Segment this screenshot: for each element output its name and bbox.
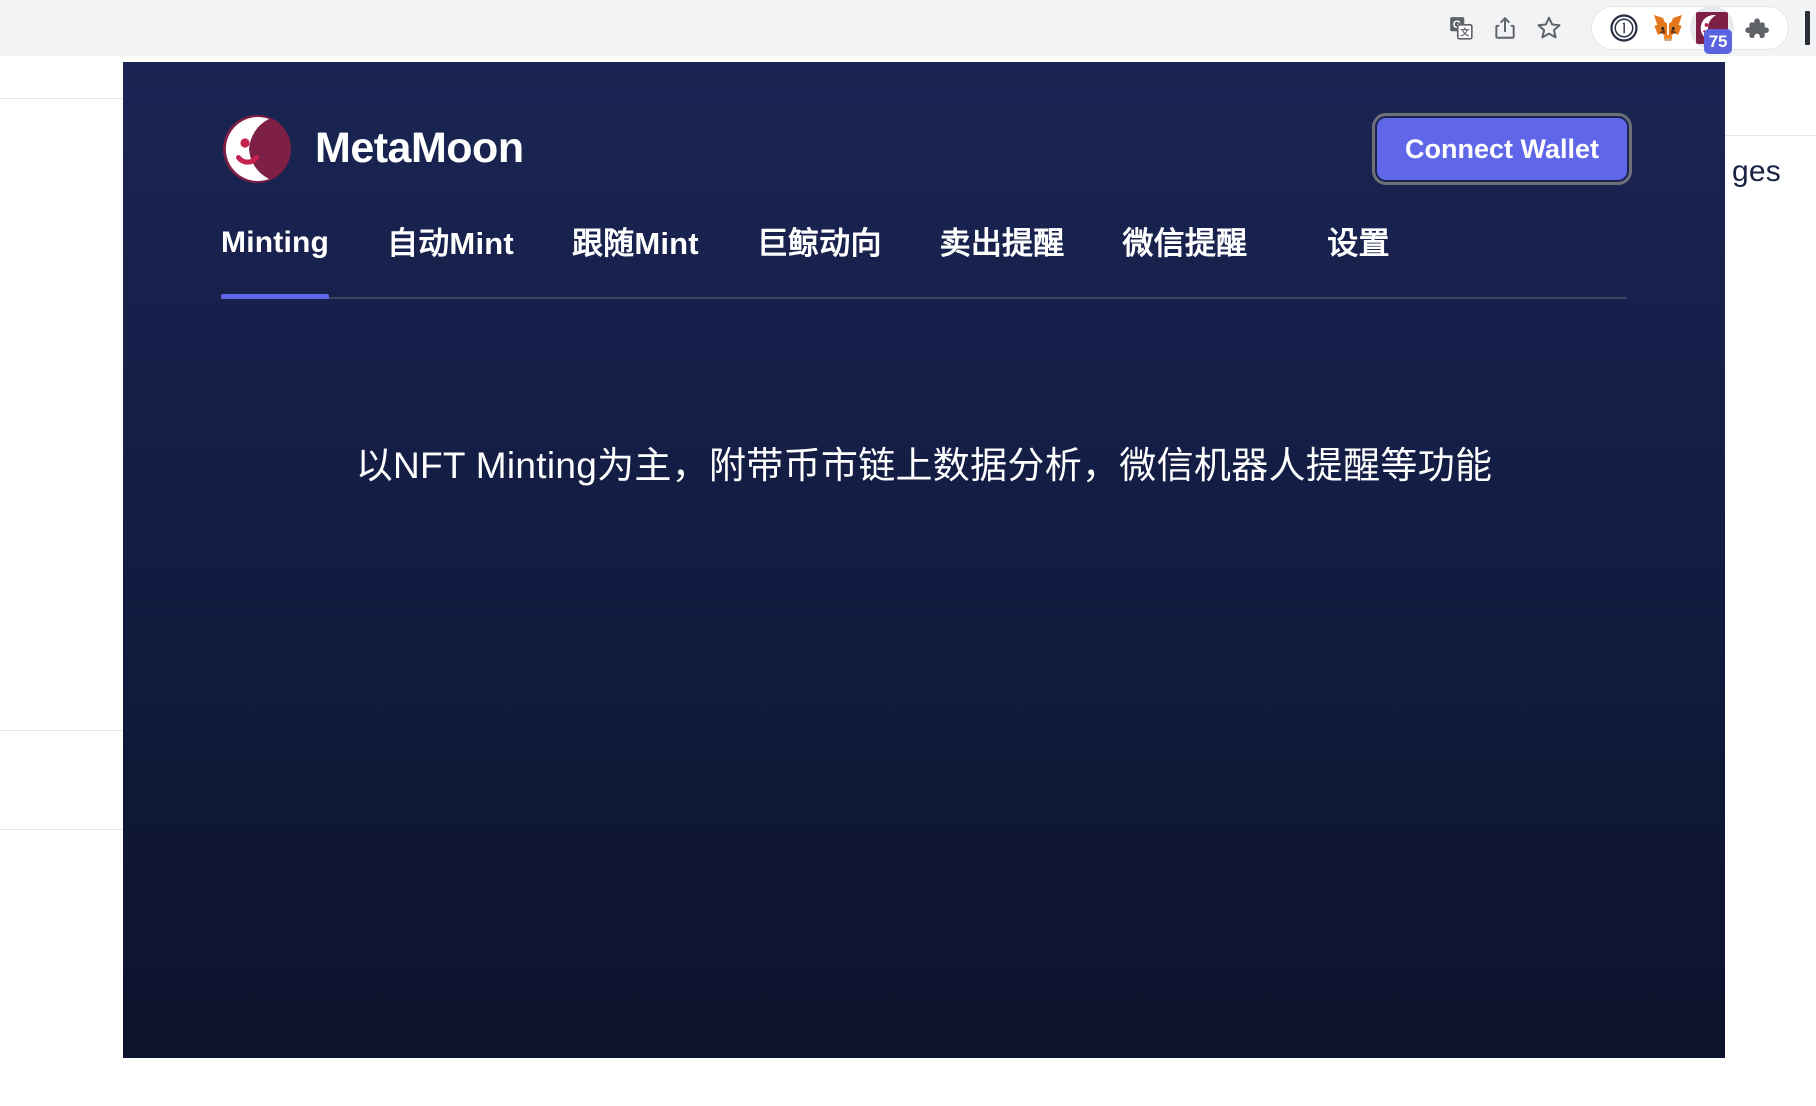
tab-sell-alerts[interactable]: 卖出提醒 [940, 220, 1065, 259]
tab-minting[interactable]: Minting [221, 220, 330, 299]
popup-nav-tabs: Minting 自动Mint 跟随Mint 巨鲸动向 卖出提醒 微信提醒 设置 [221, 220, 1627, 299]
metamoon-extension-icon[interactable]: 75 [1690, 6, 1734, 54]
page-divider-3 [0, 829, 123, 830]
page-divider-1 [0, 98, 123, 99]
extension-badge-count: 75 [1704, 29, 1732, 54]
share-icon[interactable] [1483, 6, 1527, 50]
page-divider-4 [1725, 135, 1816, 136]
tab-auto-mint[interactable]: 自动Mint [387, 220, 514, 259]
app-title: MetaMoon [315, 124, 524, 172]
extensions-group: 75 [1591, 6, 1789, 54]
google-translate-icon[interactable]: G 文 [1439, 6, 1483, 50]
metamoon-extension-popup: MetaMoon Connect Wallet Minting 自动Mint 跟… [123, 62, 1725, 1058]
popup-content: MetaMoon Connect Wallet Minting 自动Mint 跟… [221, 62, 1633, 1058]
tab-wechat-alerts[interactable]: 微信提醒 [1122, 220, 1247, 259]
tab-settings[interactable]: 设置 [1327, 220, 1389, 259]
connect-wallet-button[interactable]: Connect Wallet [1371, 112, 1633, 185]
brand: MetaMoon [221, 113, 524, 185]
metamoon-moon-logo [221, 113, 293, 185]
browser-window: ges G 文 75 MetaMoon Connect Wallet Minti… [0, 0, 1816, 1106]
tab-follow-mint[interactable]: 跟随Mint [572, 220, 699, 259]
extensions-puzzle-icon[interactable] [1734, 6, 1778, 50]
svg-text:文: 文 [1460, 27, 1470, 38]
tab-whale-movements[interactable]: 巨鲸动向 [757, 220, 882, 259]
browser-toolbar: G 文 75 [0, 0, 1816, 56]
hero-description: 以NFT Minting为主，附带币市链上数据分析，微信机器人提醒等功能 [355, 445, 1493, 486]
metamask-extension-icon[interactable] [1646, 6, 1690, 50]
onepassword-extension-icon[interactable] [1602, 6, 1646, 50]
toolbar-actions-group: G 文 [1433, 6, 1577, 50]
window-edge-marker [1805, 11, 1810, 45]
popup-body: 以NFT Minting为主，附带币市链上数据分析，微信机器人提醒等功能 [221, 442, 1627, 490]
background-page-text: ges [1732, 155, 1781, 188]
popup-header: MetaMoon Connect Wallet [221, 62, 1633, 190]
bookmark-star-icon[interactable] [1527, 6, 1571, 50]
page-divider-2 [0, 730, 123, 731]
